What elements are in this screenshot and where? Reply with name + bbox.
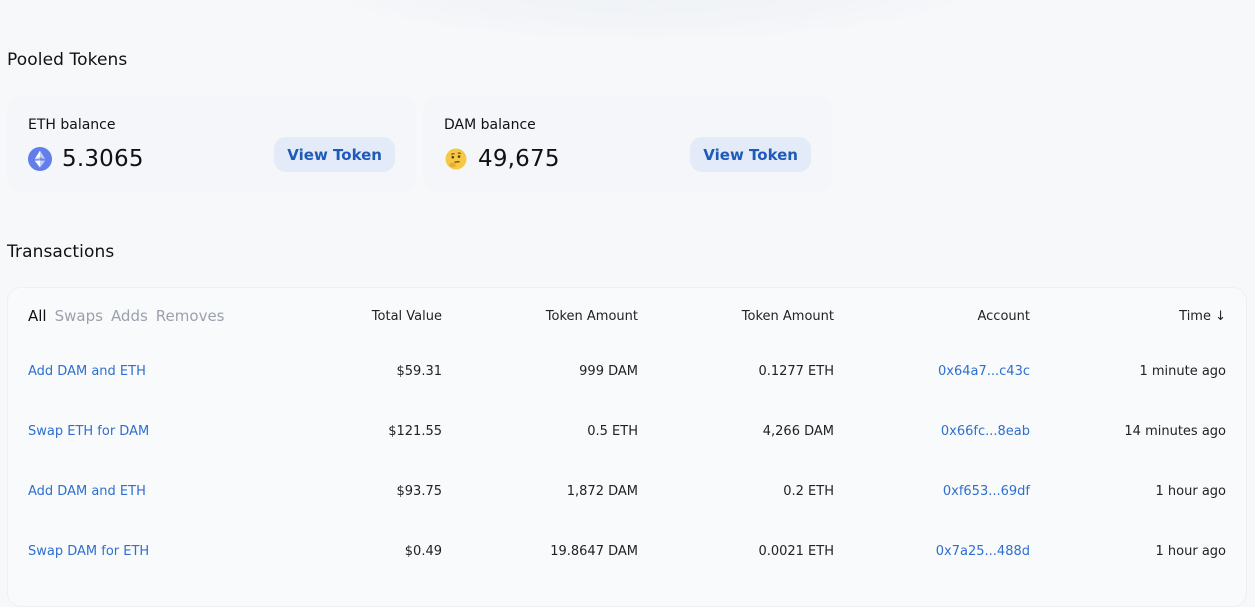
eth-balance-label: ETH balance [28, 117, 116, 133]
account-link[interactable]: 0x66fc...8eab [941, 424, 1030, 439]
transaction-description-link[interactable]: Swap DAM for ETH [28, 544, 149, 559]
dam-balance-card: DAM balance 49,675 View Token [423, 95, 832, 193]
table-row: Swap ETH for DAM $121.55 0.5 ETH 4,266 D… [8, 424, 1246, 484]
thinking-face-icon [444, 147, 468, 171]
transaction-description-link[interactable]: Add DAM and ETH [28, 484, 146, 499]
transactions-table: All Swaps Adds Removes Total Value Token… [7, 287, 1247, 607]
header-time-sort[interactable]: Time ↓ [1179, 309, 1226, 324]
dam-balance-row: 49,675 [444, 146, 560, 172]
token-amount-1: 19.8647 DAM [550, 544, 638, 559]
pooled-tokens-title: Pooled Tokens [7, 50, 128, 70]
token-amount-2: 0.0021 ETH [758, 544, 834, 559]
transaction-description-link[interactable]: Add DAM and ETH [28, 364, 146, 379]
transaction-description-link[interactable]: Swap ETH for DAM [28, 424, 149, 439]
dam-balance-label: DAM balance [444, 117, 536, 133]
token-amount-1: 1,872 DAM [566, 484, 638, 499]
table-row: Swap DAM for ETH $0.49 19.8647 DAM 0.002… [8, 544, 1246, 604]
transactions-title: Transactions [7, 242, 115, 262]
token-amount-2: 0.2 ETH [783, 484, 834, 499]
dam-balance-amount: 49,675 [478, 146, 560, 172]
transaction-time: 14 minutes ago [1124, 424, 1226, 439]
header-total-value: Total Value [371, 309, 442, 324]
token-amount-1: 0.5 ETH [587, 424, 638, 439]
account-link[interactable]: 0x64a7...c43c [938, 364, 1030, 379]
eth-balance-row: 5.3065 [28, 146, 144, 172]
view-dam-token-button[interactable]: View Token [690, 137, 811, 172]
total-value: $59.31 [396, 364, 443, 379]
total-value: $0.49 [404, 544, 442, 559]
tab-adds[interactable]: Adds [111, 307, 148, 325]
transaction-time: 1 hour ago [1155, 484, 1226, 499]
eth-balance-amount: 5.3065 [62, 146, 144, 172]
transaction-filter-tabs: All Swaps Adds Removes [28, 307, 224, 325]
header-account: Account [977, 309, 1031, 324]
account-link[interactable]: 0xf653...69df [943, 484, 1030, 499]
tab-swaps[interactable]: Swaps [55, 307, 103, 325]
table-row: Add DAM and ETH $93.75 1,872 DAM 0.2 ETH… [8, 484, 1246, 544]
eth-balance-card: ETH balance 5.3065 View Token [7, 95, 416, 193]
tab-all[interactable]: All [28, 307, 47, 325]
tab-removes[interactable]: Removes [156, 307, 225, 325]
total-value: $121.55 [388, 424, 442, 439]
header-token-amount-1: Token Amount [545, 309, 638, 324]
background-glow [330, 0, 970, 40]
transaction-time: 1 hour ago [1155, 544, 1226, 559]
token-amount-1: 999 DAM [579, 364, 638, 379]
ethereum-icon [28, 147, 52, 171]
token-amount-2: 0.1277 ETH [758, 364, 834, 379]
view-eth-token-button[interactable]: View Token [274, 137, 395, 172]
transaction-time: 1 minute ago [1139, 364, 1226, 379]
token-amount-2: 4,266 DAM [762, 424, 834, 439]
header-token-amount-2: Token Amount [741, 309, 834, 324]
table-row: Add DAM and ETH $59.31 999 DAM 0.1277 ET… [8, 364, 1246, 424]
account-link[interactable]: 0x7a25...488d [936, 544, 1030, 559]
total-value: $93.75 [396, 484, 443, 499]
